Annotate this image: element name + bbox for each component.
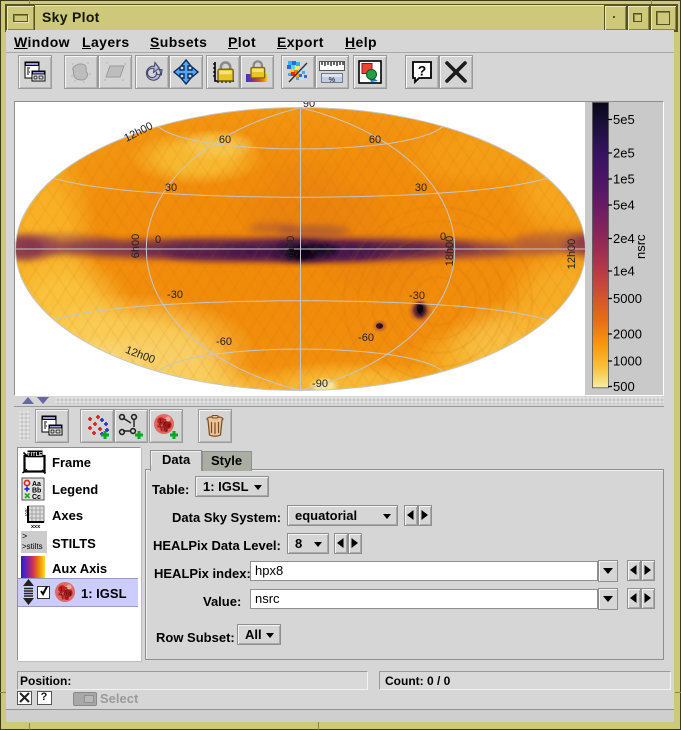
svg-text:6h00: 6h00 — [130, 234, 142, 258]
svg-text:1e4: 1e4 — [613, 264, 635, 279]
svg-text:5e4: 5e4 — [613, 198, 635, 213]
svg-text:nsrc: nsrc — [633, 234, 648, 259]
svg-text:500: 500 — [613, 379, 635, 394]
svg-text:2000: 2000 — [613, 327, 642, 342]
svg-text:60: 60 — [369, 134, 381, 146]
svg-text:30: 30 — [165, 182, 177, 194]
svg-text:-60: -60 — [358, 332, 374, 344]
svg-text:5000: 5000 — [613, 291, 642, 306]
svg-text:xxx: xxx — [31, 524, 41, 529]
svg-text:2e4: 2e4 — [613, 231, 635, 246]
svg-text:>stilts: >stilts — [22, 542, 43, 551]
svg-text:?: ? — [418, 63, 427, 79]
svg-text:0h00: 0h00 — [285, 236, 297, 260]
svg-text:TITLE: TITLE — [27, 452, 43, 458]
svg-text:2e5: 2e5 — [613, 146, 635, 161]
svg-text:60: 60 — [219, 134, 231, 146]
svg-text:12h00: 12h00 — [566, 239, 578, 270]
svg-text:1e5: 1e5 — [613, 172, 635, 187]
svg-text:-60: -60 — [216, 336, 232, 348]
svg-text:yyy: yyy — [24, 508, 30, 516]
svg-text:Cc: Cc — [32, 494, 41, 501]
svg-text:7 8: 7 8 — [61, 596, 68, 602]
svg-text:-30: -30 — [167, 289, 183, 301]
svg-text:>: > — [22, 531, 27, 541]
svg-text:0: 0 — [155, 234, 161, 246]
svg-text:90: 90 — [303, 101, 315, 110]
svg-text:5e5: 5e5 — [613, 112, 635, 127]
svg-text:18h00: 18h00 — [444, 236, 456, 267]
svg-text:-30: -30 — [409, 290, 425, 302]
svg-text:%: % — [329, 75, 336, 84]
svg-text:1000: 1000 — [613, 354, 642, 369]
svg-text:-90: -90 — [312, 378, 328, 390]
svg-text:7 8: 7 8 — [160, 428, 167, 434]
svg-text:30: 30 — [415, 182, 427, 194]
